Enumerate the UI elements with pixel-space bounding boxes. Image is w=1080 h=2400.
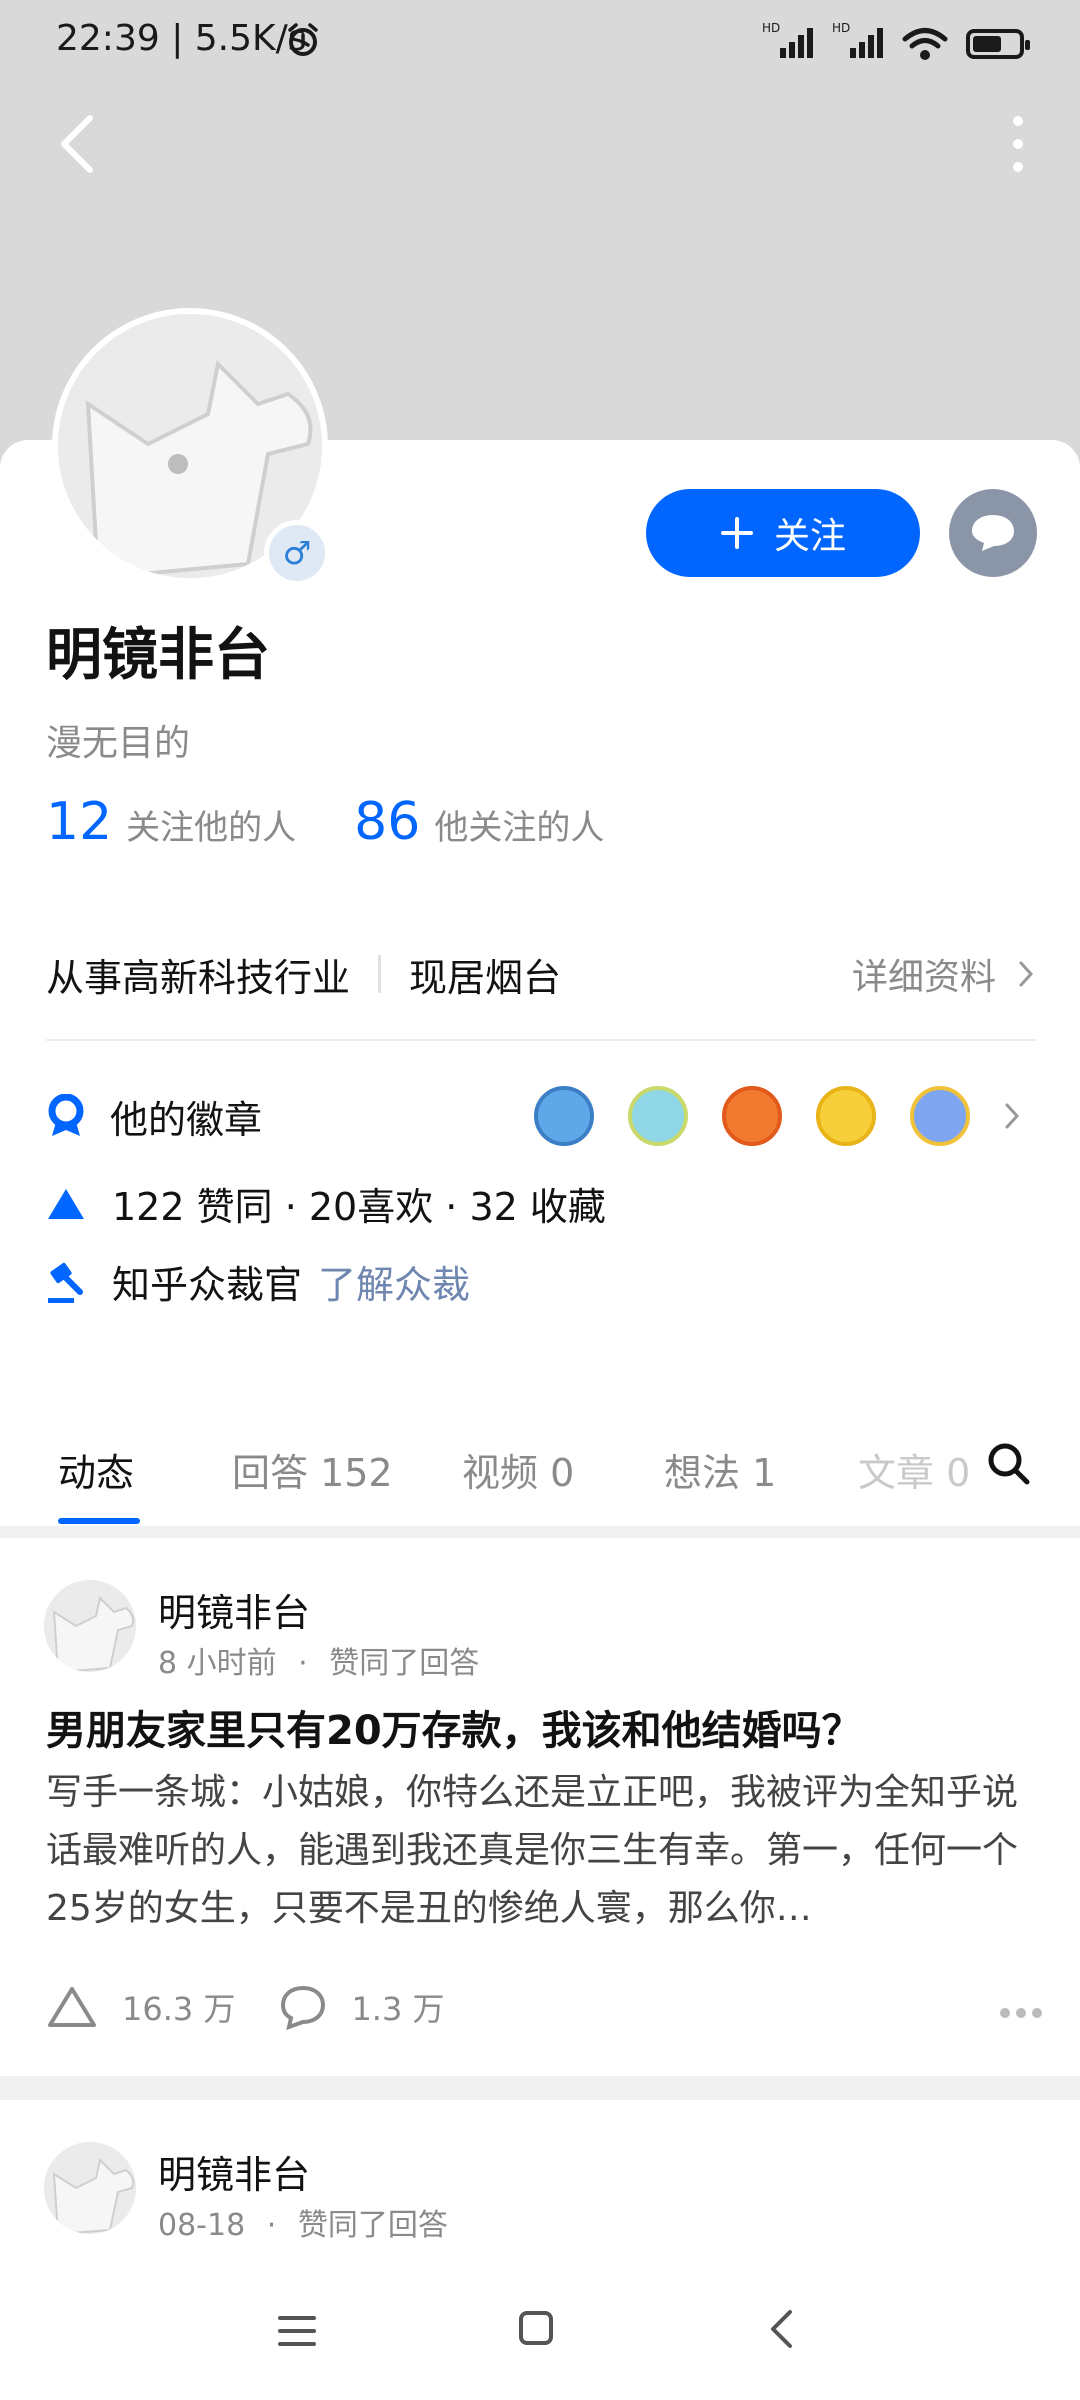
feed-item[interactable]: 明镜非台 08-18 · 赞同了回答 [0,2100,1080,2264]
moderator-row: 知乎众裁官 了解众裁 [46,1254,470,1309]
chevron-right-icon [1005,1103,1020,1129]
gavel-icon [48,1262,83,1303]
feed-action: 赞同了回答 [329,1646,480,1681]
feed-author-avatar[interactable] [44,1580,136,1672]
tab-videos[interactable]: 视频 0 [462,1442,574,1497]
upvote-outline-icon[interactable] [46,1985,98,2029]
svg-text:HD: HD [762,21,780,35]
follow-button[interactable]: 关注 [646,489,920,577]
message-button[interactable] [949,489,1037,577]
more-options-button[interactable] [1006,116,1030,172]
upvote-triangle-icon [48,1188,84,1219]
follow-button-label: 关注 [773,515,846,556]
info-divider [378,955,382,993]
badge-3-icon [722,1086,782,1146]
wifi-icon [902,27,948,60]
following-label[interactable]: 他关注的人 [434,800,604,849]
signal-2-icon: HD [832,20,884,67]
feed-author-name[interactable]: 明镜非台 [158,2144,310,2199]
badge-2-icon [628,1086,688,1146]
badges-label: 他的徽章 [110,1097,263,1142]
feed-item[interactable]: 明镜非台 8 小时前 · 赞同了回答 男朋友家里只有20万存款，我该和他结婚吗？… [0,1538,1080,2076]
following-count[interactable]: 86 [354,792,420,852]
profile-name: 明镜非台 [46,623,270,688]
signal-1-icon: HD [762,20,814,67]
feed-more-options-button[interactable] [1000,2008,1042,2018]
feed-meta: 08-18 · 赞同了回答 [158,2208,448,2243]
content-tabs: 动态 回答 152 视频 0 想法 1 文章 0 [0,1360,1080,1526]
feed-time: 8 小时前 [158,1646,277,1681]
medal-icon [48,1094,84,1136]
industry-text: 从事高新科技行业 [46,955,351,1000]
feed-actions: 16.3 万 1.3 万 [46,1984,445,2030]
moderator-label: 知乎众裁官 [112,1263,303,1307]
home-icon[interactable] [518,2310,554,2346]
badge-5-icon [910,1086,970,1146]
detail-info-label: 详细资料 [851,957,996,998]
badge-4-icon [816,1086,876,1146]
comment-count: 1.3 万 [351,1990,445,2028]
badges-row[interactable]: 他的徽章 [46,1084,1036,1148]
badge-1-icon [534,1086,594,1146]
search-icon[interactable] [986,1441,1030,1485]
section-divider [46,1039,1036,1041]
battery-icon [966,28,1030,59]
tab-answers[interactable]: 回答 152 [232,1442,393,1497]
upvote-count: 16.3 万 [122,1990,236,2028]
comment-icon[interactable] [279,1984,327,2030]
location-text: 现居烟台 [409,955,562,1000]
moderator-learn-more-link[interactable]: 了解众裁 [318,1254,470,1309]
followers-count[interactable]: 12 [46,792,112,852]
feed-author-avatar[interactable] [44,2142,136,2234]
profile-headline: 漫无目的 [46,723,191,764]
follow-stats: 12 关注他的人 86 他关注的人 [46,792,604,852]
alarm-icon [288,23,318,56]
status-time-speed: 22:39 | 5.5K/s [56,18,307,59]
profile-info-row: 从事高新科技行业 现居烟台 详细资料 [46,944,1034,1004]
back-button[interactable] [54,112,102,176]
tab-activity[interactable]: 动态 [58,1442,134,1497]
svg-text:HD: HD [832,21,850,35]
feed-time: 08-18 [158,2208,246,2243]
engagement-stats-row: 122 赞同 · 20喜欢 · 32 收藏 [46,1176,606,1231]
tab-articles[interactable]: 文章 0 [858,1442,976,1497]
tab-thoughts[interactable]: 想法 1 [664,1442,776,1497]
feed-answer-excerpt[interactable]: 写手一条城：小姑娘，你特么还是立正吧，我被评为全知乎说话最难听的人，能遇到我还真… [46,1764,1036,1938]
engagement-stats-text: 122 赞同 · 20喜欢 · 32 收藏 [112,1185,606,1229]
status-bar: 22:39 | 5.5K/s HD HD [0,0,1080,80]
chevron-right-icon [1019,961,1034,987]
followers-label[interactable]: 关注他的人 [126,800,296,849]
back-nav-icon[interactable] [768,2308,794,2350]
active-tab-indicator [58,1518,140,1524]
plus-icon [720,517,753,549]
detail-info-link[interactable]: 详细资料 [852,944,1034,1004]
gender-male-icon: ♂ [264,520,330,586]
chat-bubble-icon [972,515,1014,551]
feed-meta: 8 小时前 · 赞同了回答 [158,1646,480,1681]
feed-action: 赞同了回答 [297,2208,448,2243]
system-navigation-bar [0,2264,1080,2400]
menu-icon[interactable] [278,2314,316,2348]
feed-question-title[interactable]: 男朋友家里只有20万存款，我该和他结婚吗？ [46,1698,1036,1756]
feed-author-name[interactable]: 明镜非台 [158,1582,310,1637]
